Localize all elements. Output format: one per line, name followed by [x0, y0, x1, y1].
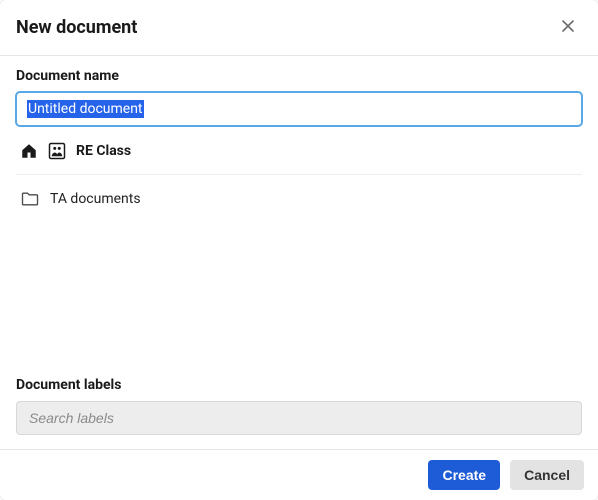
class-icon[interactable]: [48, 142, 66, 160]
folder-item[interactable]: TA documents: [16, 183, 582, 215]
close-button[interactable]: [556, 14, 580, 41]
dialog-title: New document: [16, 17, 137, 38]
folder-icon: [20, 189, 40, 209]
folder-name: TA documents: [50, 191, 141, 207]
dialog-header: New document: [0, 0, 598, 56]
dialog-body: Document name Untitled document RE Class…: [0, 56, 598, 449]
document-name-field-wrap: Untitled document: [16, 92, 582, 126]
breadcrumb: RE Class: [16, 140, 582, 175]
document-name-label: Document name: [16, 68, 582, 84]
dialog-footer: Create Cancel: [0, 449, 598, 500]
new-document-dialog: New document Document name Untitled docu…: [0, 0, 598, 500]
document-name-input[interactable]: [16, 92, 582, 126]
cancel-button[interactable]: Cancel: [510, 460, 584, 490]
labels-section: Document labels: [16, 377, 582, 449]
close-icon: [560, 18, 576, 37]
labels-search-input[interactable]: [16, 401, 582, 435]
create-button[interactable]: Create: [428, 460, 500, 490]
home-icon[interactable]: [20, 142, 38, 160]
breadcrumb-class-name[interactable]: RE Class: [76, 143, 131, 159]
document-labels-label: Document labels: [16, 377, 582, 393]
folder-list: TA documents: [16, 175, 582, 215]
